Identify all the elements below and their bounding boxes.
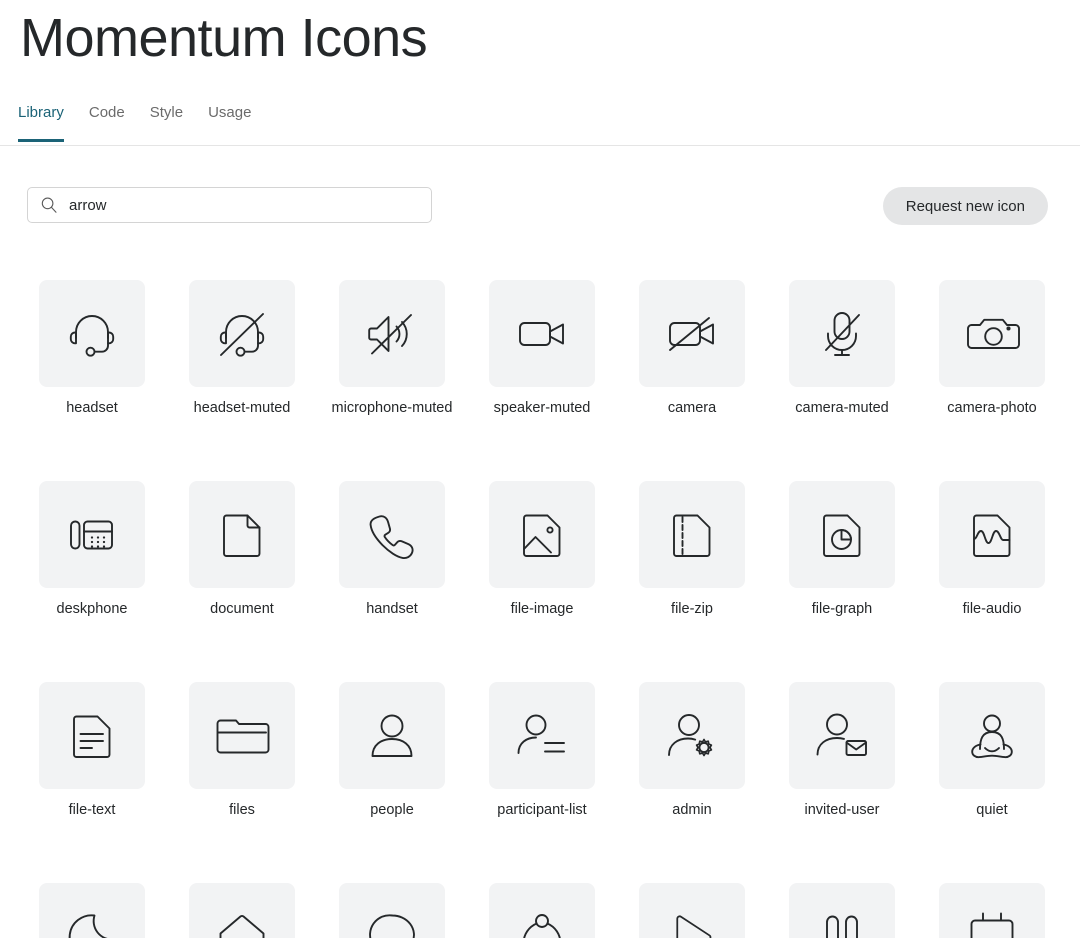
icon-label: deskphone xyxy=(56,601,128,617)
files-icon[interactable] xyxy=(189,682,295,789)
file-zip-icon[interactable] xyxy=(639,481,745,588)
play-icon[interactable] xyxy=(639,883,745,938)
icon-label: handset xyxy=(366,601,418,617)
deskphone-icon[interactable] xyxy=(39,481,145,588)
camera-photo-icon[interactable] xyxy=(939,280,1045,387)
tab-library[interactable]: Library xyxy=(18,104,80,142)
headset-muted-icon[interactable] xyxy=(189,280,295,387)
icon-cell-people[interactable]: people xyxy=(339,682,445,819)
icon-cell-chat[interactable]: chat xyxy=(339,883,445,938)
tab-style[interactable]: Style xyxy=(150,104,199,142)
icon-cell-file-graph[interactable]: file-graph xyxy=(789,481,895,618)
icon-cell-play[interactable]: play xyxy=(639,883,745,938)
meetings-icon[interactable] xyxy=(939,883,1045,938)
quiet-icon[interactable] xyxy=(939,682,1045,789)
icon-cell-invited-user[interactable]: invited-user xyxy=(789,682,895,819)
icon-label: participant-list xyxy=(497,802,587,818)
participant-list-icon[interactable] xyxy=(489,682,595,789)
icon-library-page: Momentum Icons LibraryCodeStyleUsage Req… xyxy=(0,0,1080,938)
tab-usage[interactable]: Usage xyxy=(208,104,267,142)
home-icon[interactable] xyxy=(189,883,295,938)
icon-cell-headset[interactable]: headset xyxy=(39,280,145,417)
icon-label: file-text xyxy=(68,802,116,818)
icon-cell-speaker-muted[interactable]: speaker-muted xyxy=(489,280,595,417)
icon-cell-dnd[interactable]: dnd xyxy=(39,883,145,938)
icon-label: people xyxy=(370,802,414,818)
icon-cell-meetings[interactable]: meetings xyxy=(939,883,1045,938)
icon-label: admin xyxy=(672,802,712,818)
pause-icon[interactable] xyxy=(789,883,895,938)
people-icon[interactable] xyxy=(339,682,445,789)
icon-label: camera xyxy=(667,400,717,416)
icon-cell-camera-photo[interactable]: camera-photo xyxy=(939,280,1045,417)
file-graph-icon[interactable] xyxy=(789,481,895,588)
icon-cell-home[interactable]: home xyxy=(189,883,295,938)
icon-cell-quiet[interactable]: quiet xyxy=(939,682,1045,819)
icon-label: document xyxy=(210,601,274,617)
icon-cell-headset-muted[interactable]: headset-muted xyxy=(189,280,295,417)
camera-icon[interactable] xyxy=(489,280,595,387)
icon-label: file-audio xyxy=(962,601,1022,617)
page-title: Momentum Icons xyxy=(20,8,428,68)
icon-label: file-image xyxy=(510,601,574,617)
invited-user-icon[interactable] xyxy=(789,682,895,789)
icon-label: headset xyxy=(66,400,118,416)
speaker-muted-icon[interactable] xyxy=(339,280,445,387)
icon-cell-pause[interactable]: pause xyxy=(789,883,895,938)
icon-label: camera-photo xyxy=(947,400,1037,416)
microphone-muted-icon[interactable] xyxy=(789,280,895,387)
camera-muted-icon[interactable] xyxy=(639,280,745,387)
icon-label: file-graph xyxy=(811,601,873,617)
icon-label: quiet xyxy=(976,802,1008,818)
team-icon[interactable] xyxy=(489,883,595,938)
search-input[interactable] xyxy=(69,196,419,214)
icon-label: files xyxy=(229,802,255,818)
icon-cell-file-image[interactable]: file-image xyxy=(489,481,595,618)
document-icon[interactable] xyxy=(189,481,295,588)
icon-cell-file-audio[interactable]: file-audio xyxy=(939,481,1045,618)
icon-cell-file-zip[interactable]: file-zip xyxy=(639,481,745,618)
icon-cell-participant-list[interactable]: participant-list xyxy=(489,682,595,819)
icon-cell-files[interactable]: files xyxy=(189,682,295,819)
icon-label: file-zip xyxy=(671,601,713,617)
icon-label: microphone-muted xyxy=(331,400,453,416)
icon-cell-handset[interactable]: handset xyxy=(339,481,445,618)
request-new-icon-button[interactable]: Request new icon xyxy=(882,187,1048,225)
icon-label: invited-user xyxy=(804,802,880,818)
dnd-icon[interactable] xyxy=(39,883,145,938)
icon-label: camera-muted xyxy=(795,400,889,416)
search-box[interactable] xyxy=(27,187,432,223)
file-text-icon[interactable] xyxy=(39,682,145,789)
file-image-icon[interactable] xyxy=(489,481,595,588)
file-audio-icon[interactable] xyxy=(939,481,1045,588)
chat-icon[interactable] xyxy=(339,883,445,938)
icon-cell-admin[interactable]: admin xyxy=(639,682,745,819)
icon-cell-document[interactable]: document xyxy=(189,481,295,618)
icon-cell-file-text[interactable]: file-text xyxy=(39,682,145,819)
admin-icon[interactable] xyxy=(639,682,745,789)
icon-grid: headset headset-muted microphone-muted s… xyxy=(39,280,1049,938)
headset-icon[interactable] xyxy=(39,280,145,387)
tab-bar: Library Code Style Usage xyxy=(0,104,1080,146)
icon-cell-camera[interactable]: camera xyxy=(639,280,745,417)
search-icon xyxy=(40,196,58,214)
handset-icon[interactable] xyxy=(339,481,445,588)
icon-cell-camera-muted[interactable]: camera-muted xyxy=(789,280,895,417)
icon-label: speaker-muted xyxy=(493,400,591,416)
icon-cell-deskphone[interactable]: deskphone xyxy=(39,481,145,618)
icon-label: headset-muted xyxy=(193,400,291,416)
icon-cell-team[interactable]: team xyxy=(489,883,595,938)
tab-code[interactable]: Code xyxy=(89,104,141,142)
icon-cell-microphone-muted[interactable]: microphone-muted xyxy=(332,280,452,417)
